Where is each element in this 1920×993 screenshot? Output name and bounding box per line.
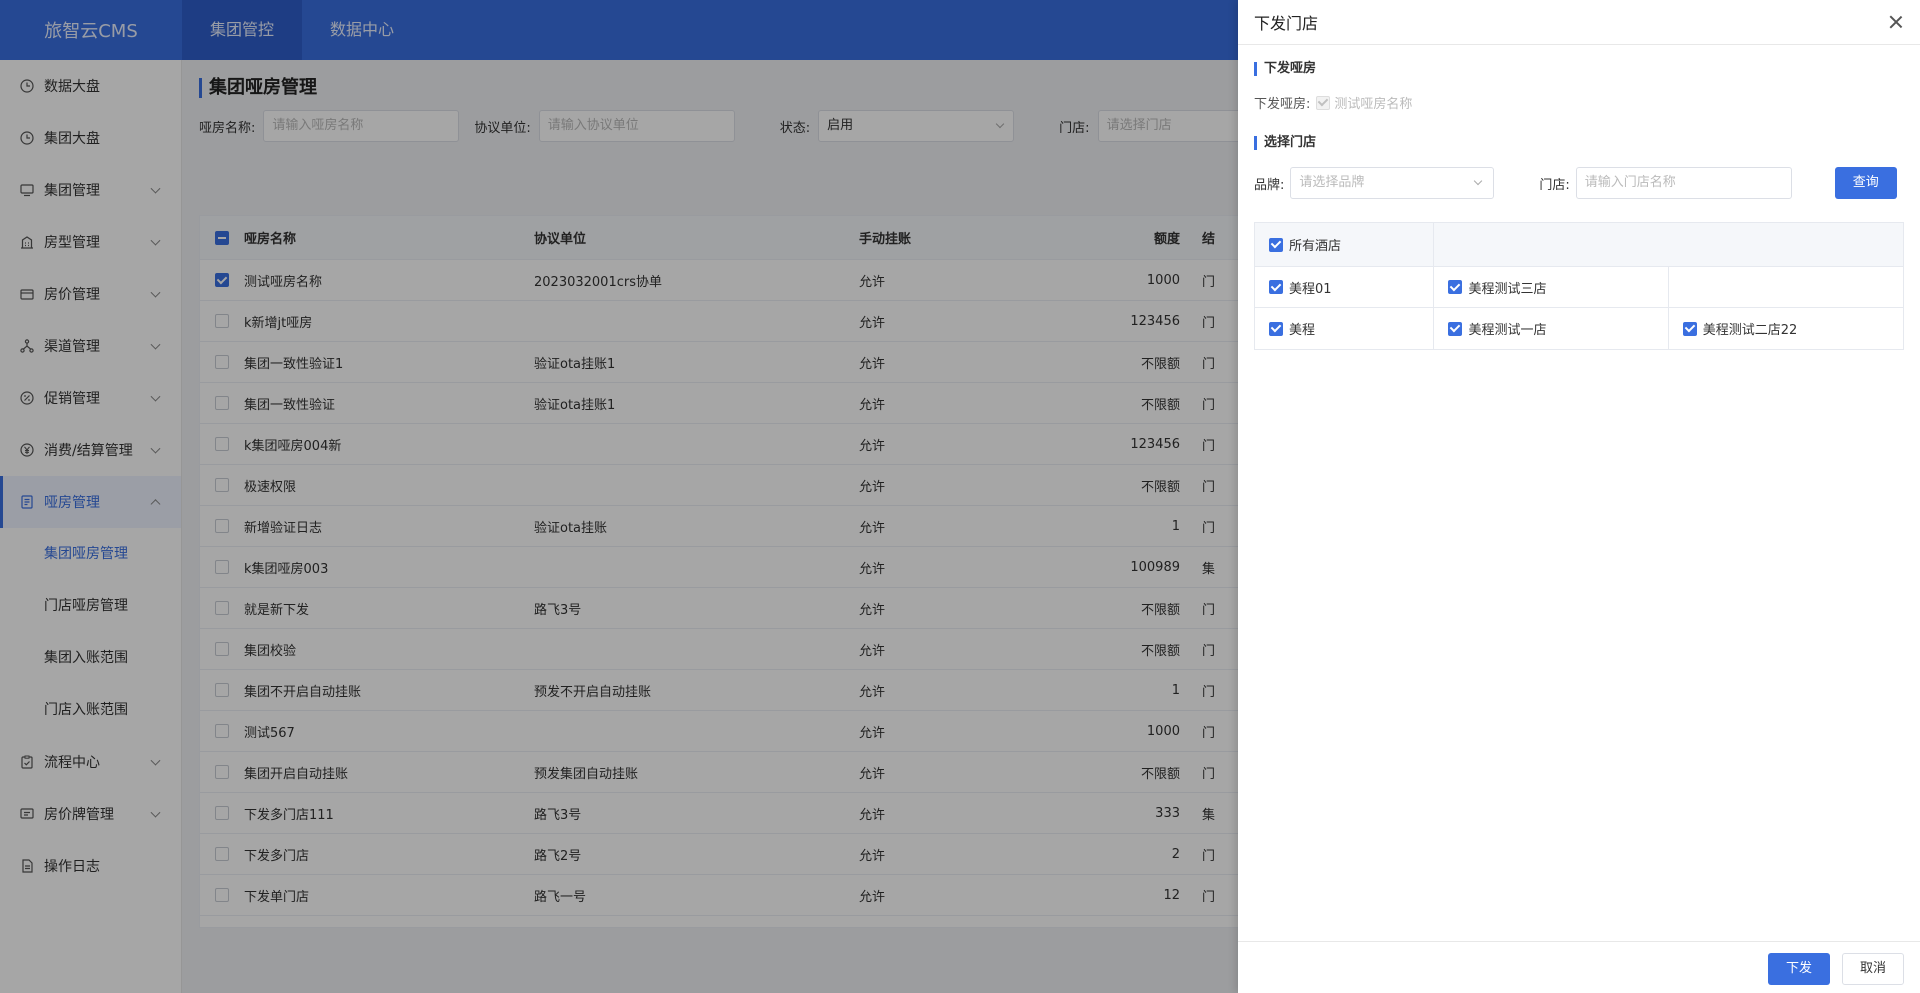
all-hotels-cell[interactable]: 所有酒店 [1255, 223, 1435, 266]
hotel-grid-header: 所有酒店 [1255, 223, 1903, 267]
dispatch-room-label: 下发哑房: [1254, 97, 1311, 112]
hotel-checkbox[interactable] [1448, 280, 1463, 294]
store-name-input[interactable]: 请输入门店名称 [1575, 167, 1792, 199]
drawer-footer: 下发 取消 [1238, 941, 1920, 993]
hotel-label: 美程测试二店22 [1702, 323, 1798, 338]
section-select-store: 选择门店 [1254, 136, 1920, 150]
hotel-checkbox[interactable] [1269, 280, 1283, 294]
hotel-cell[interactable]: 美程01 [1255, 267, 1435, 307]
dispatch-room-row: 下发哑房: 测试哑房名称 [1238, 93, 1920, 112]
hotel-label: 美程01 [1289, 281, 1332, 297]
hotel-checkbox[interactable] [1269, 321, 1283, 336]
hotel-cell[interactable]: 美程测试一店 [1434, 308, 1669, 349]
brand-label: 品牌: [1254, 177, 1285, 193]
all-hotels-checkbox[interactable] [1269, 237, 1283, 252]
dispatch-room-checkbox [1316, 95, 1331, 110]
hotel-cell[interactable]: 美程测试二店22 [1669, 308, 1903, 349]
modal-mask[interactable] [0, 0, 1238, 993]
dispatch-room-value: 测试哑房名称 [1334, 97, 1413, 112]
query-button[interactable]: 查询 [1834, 167, 1897, 199]
store-filter-row: 品牌: 请选择品牌 门店: 请输入门店名称 查询 [1238, 167, 1920, 199]
hotel-header-blank [1434, 223, 1903, 266]
hotel-grid: 所有酒店 美程01 美程测试三店 美程 美程测试一店 美程测试二店22 [1254, 222, 1904, 350]
hotel-checkbox[interactable] [1682, 321, 1697, 336]
hotel-checkbox[interactable] [1448, 321, 1463, 336]
hotel-row: 美程01 美程测试三店 [1255, 267, 1903, 308]
store-label: 门店: [1539, 177, 1570, 193]
drawer-title: 下发门店 [1254, 14, 1319, 33]
cancel-button[interactable]: 取消 [1842, 953, 1904, 985]
brand-placeholder: 请选择品牌 [1299, 175, 1365, 190]
hotel-label: 美程 [1289, 323, 1316, 338]
hotel-cell-empty [1669, 267, 1903, 307]
hotel-cell[interactable]: 美程 [1255, 308, 1435, 349]
dispatch-store-drawer: 下发门店 下发哑房 下发哑房: 测试哑房名称 选择门店 品牌: 请选择品牌 门店… [1238, 0, 1920, 993]
dispatch-button[interactable]: 下发 [1768, 953, 1830, 985]
hotel-row: 美程 美程测试一店 美程测试二店22 [1255, 308, 1903, 349]
close-icon[interactable] [1888, 14, 1904, 30]
drawer-header: 下发门店 [1238, 0, 1920, 45]
brand-select[interactable]: 请选择品牌 [1290, 167, 1495, 199]
all-hotels-label: 所有酒店 [1289, 239, 1342, 254]
hotel-label: 美程测试一店 [1468, 323, 1547, 338]
hotel-label: 美程测试三店 [1468, 281, 1547, 297]
hotel-cell[interactable]: 美程测试三店 [1434, 267, 1669, 307]
chevron-down-icon [1474, 176, 1483, 186]
section-dispatch-room: 下发哑房 [1254, 62, 1920, 76]
